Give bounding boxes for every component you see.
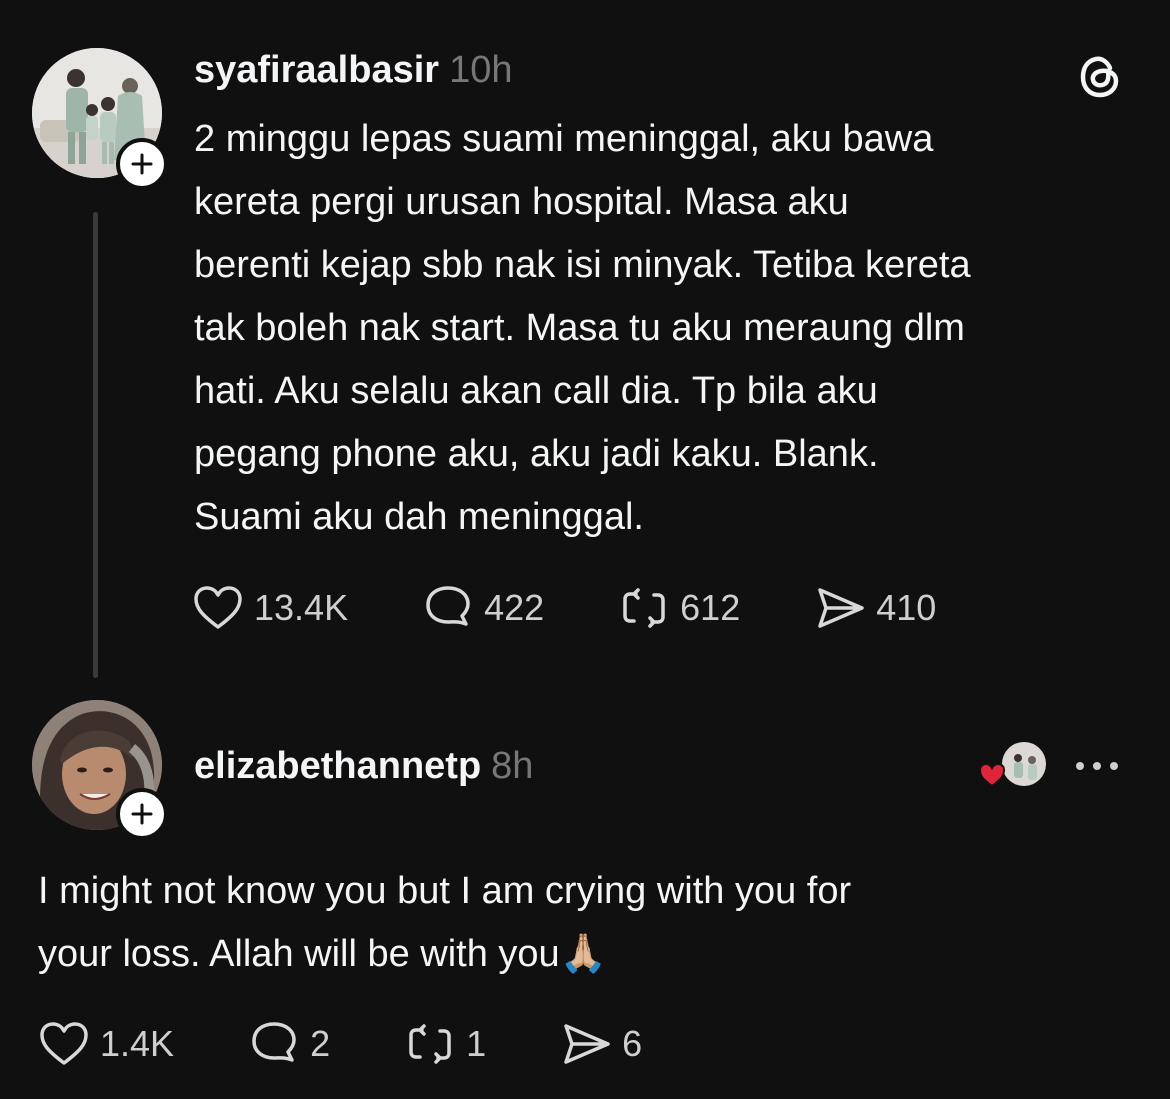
like-button[interactable]: 13.4K [192, 584, 348, 632]
post-body: 2 minggu lepas suami meninggal, aku bawa… [194, 118, 971, 538]
follow-button[interactable] [116, 788, 168, 840]
author-avatar-small [1002, 742, 1046, 786]
speech-bubble-icon [252, 1022, 296, 1062]
reply-author: elizabethannetp 8h [194, 744, 533, 788]
repost-count: 1 [466, 1023, 487, 1064]
post-actions: 13.4K 422 612 410 [192, 580, 1010, 636]
liked-by-author [978, 742, 1050, 790]
threads-logo-icon[interactable] [1078, 52, 1122, 105]
repost-count: 612 [680, 587, 741, 628]
thread-line [93, 212, 98, 678]
share-count: 6 [622, 1023, 643, 1064]
heart-outline-icon [40, 1022, 88, 1065]
plus-icon [131, 153, 153, 175]
more-dots-icon[interactable] [1072, 756, 1122, 781]
reply-body: I might not know you but I am crying wit… [38, 860, 1118, 986]
heart-outline-icon [194, 586, 242, 629]
like-button[interactable]: 1.4K [38, 1020, 174, 1068]
repost-button[interactable]: 612 [618, 584, 740, 632]
reply-count: 422 [484, 587, 545, 628]
post-author: syafiraalbasir 10h [194, 48, 512, 92]
reply-text: I might not know you but I am crying wit… [38, 870, 852, 975]
post-time: 10h [449, 49, 513, 91]
plus-icon [131, 803, 153, 825]
author-username[interactable]: syafiraalbasir [194, 49, 439, 91]
praying-hands-emoji: 🙏🏼 [559, 933, 608, 975]
send-icon [818, 588, 864, 628]
repost-button[interactable]: 1 [404, 1020, 486, 1068]
like-count: 13.4K [254, 587, 349, 628]
share-button[interactable]: 6 [560, 1020, 642, 1068]
like-count: 1.4K [100, 1023, 175, 1064]
repost-icon [409, 1024, 451, 1064]
send-icon [564, 1024, 610, 1064]
reply-actions: 1.4K 2 1 6 [38, 1016, 716, 1072]
repost-icon [623, 588, 665, 628]
author-username[interactable]: elizabethannetp [194, 745, 481, 787]
reply-button[interactable]: 422 [422, 584, 544, 632]
reply-count: 2 [310, 1023, 331, 1064]
share-count: 410 [876, 587, 937, 628]
red-heart-icon [978, 762, 1006, 788]
speech-bubble-icon [426, 586, 470, 626]
reply-time: 8h [491, 745, 534, 787]
share-button[interactable]: 410 [814, 584, 936, 632]
reply-button[interactable]: 2 [248, 1020, 330, 1068]
follow-button[interactable] [116, 138, 168, 190]
